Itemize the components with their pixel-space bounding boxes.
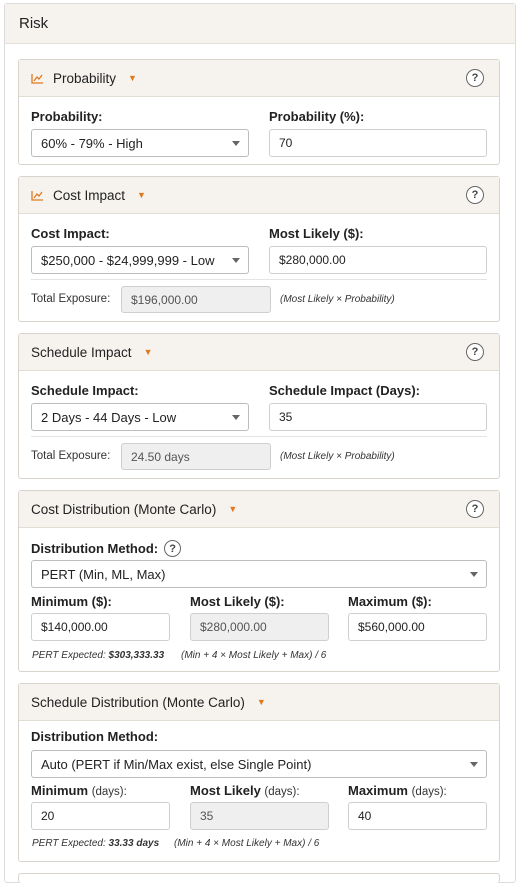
panel-title: Cost Distribution (Monte Carlo) <box>31 501 217 517</box>
most-likely-field: 35 <box>190 802 329 830</box>
line-chart-icon <box>31 190 43 201</box>
maximum-label: Maximum ($): <box>348 594 432 609</box>
days-unit: (days): <box>411 786 447 798</box>
total-exposure-label: Total Exposure: <box>31 293 111 305</box>
section-title: Risk <box>5 4 515 44</box>
pert-formula: (Min + 4 × Most Likely + Max) / 6 <box>181 650 327 661</box>
selected-value: 2 Days - 44 Days - Low <box>41 409 177 425</box>
chevron-down-icon <box>232 258 240 263</box>
probability-select[interactable]: 60% - 79% - High <box>31 129 249 157</box>
minimum-label: Minimum ($): <box>31 594 112 609</box>
distribution-method-label: Distribution Method: <box>31 729 159 744</box>
schedule-impact-days-label: Schedule Impact (Days): <box>269 383 420 398</box>
schedule-distribution-panel: Schedule Distribution (Monte Carlo) ▼ Di… <box>18 683 500 862</box>
help-circle-icon[interactable]: ? <box>466 186 484 204</box>
line-chart-icon <box>31 73 43 84</box>
panel-title: Cost Impact <box>53 187 126 203</box>
most-likely-input[interactable]: $280,000.00 <box>269 246 487 274</box>
panel-title: Schedule Distribution (Monte Carlo) <box>31 694 245 710</box>
total-exposure-field: 24.50 days <box>121 443 271 470</box>
selected-value: 60% - 79% - High <box>41 135 143 151</box>
selected-value: PERT (Min, ML, Max) <box>41 566 166 582</box>
help-circle-icon[interactable]: ? <box>466 343 484 361</box>
pert-expected-prefix: PERT Expected: <box>32 838 109 849</box>
selected-value: $250,000 - $24,999,999 - Low <box>41 252 215 268</box>
total-exposure-field: $196,000.00 <box>121 286 271 313</box>
maximum-input[interactable]: 40 <box>348 802 487 830</box>
total-exposure-label: Total Exposure: <box>31 450 111 462</box>
exposure-formula-note: (Most Likely × Probability) <box>280 294 395 305</box>
panel-title: Probability <box>53 70 117 86</box>
minimum-label-text: Minimum <box>31 783 89 798</box>
distribution-method-select[interactable]: PERT (Min, ML, Max) <box>31 560 487 588</box>
most-likely-label-text: Most Likely <box>190 783 261 798</box>
exposure-formula-note: (Most Likely × Probability) <box>280 451 395 462</box>
chevron-down-icon <box>232 415 240 420</box>
cost-impact-select[interactable]: $250,000 - $24,999,999 - Low <box>31 246 249 274</box>
help-circle-icon[interactable]: ? <box>466 500 484 518</box>
days-unit: (days): <box>91 786 127 798</box>
pert-expected-prefix: PERT Expected: <box>32 650 109 661</box>
caret-down-icon[interactable]: ▼ <box>137 190 146 200</box>
most-likely-label: Most Likely (days): <box>190 783 300 798</box>
divider <box>31 436 487 437</box>
most-likely-label: Most Likely ($): <box>269 226 364 241</box>
cost-distribution-panel-header[interactable]: Cost Distribution (Monte Carlo) ▼ ? <box>19 491 499 528</box>
probability-panel: Probability ▼ ? Probability: 60% - 79% -… <box>18 59 500 165</box>
divider <box>31 279 487 280</box>
help-circle-icon[interactable]: ? <box>466 69 484 87</box>
most-likely-field: $280,000.00 <box>190 613 329 641</box>
schedule-distribution-panel-header[interactable]: Schedule Distribution (Monte Carlo) ▼ <box>19 684 499 721</box>
selected-value: Auto (PERT if Min/Max exist, else Single… <box>41 756 312 772</box>
most-likely-label: Most Likely ($): <box>190 594 285 609</box>
chevron-down-icon <box>470 572 478 577</box>
caret-down-icon[interactable]: ▼ <box>257 697 266 707</box>
pert-expected: PERT Expected: $303,333.33 <box>32 650 164 661</box>
maximum-label-text: Maximum <box>348 783 408 798</box>
schedule-impact-days-input[interactable]: 35 <box>269 403 487 431</box>
caret-down-icon[interactable]: ▼ <box>228 504 237 514</box>
cost-distribution-panel: Cost Distribution (Monte Carlo) ▼ ? Dist… <box>18 490 500 672</box>
schedule-impact-panel-header[interactable]: Schedule Impact ▼ ? <box>19 334 499 371</box>
probability-percent-input[interactable]: 70 <box>269 129 487 157</box>
pert-expected-value: 33.33 days <box>108 838 160 849</box>
probability-panel-header[interactable]: Probability ▼ ? <box>19 60 499 97</box>
panel-title: Schedule Impact <box>31 344 132 360</box>
probability-label: Probability: <box>31 109 103 124</box>
minimum-label: Minimum (days): <box>31 783 127 798</box>
probability-percent-label: Probability (%): <box>269 109 365 124</box>
minimum-input[interactable]: $140,000.00 <box>31 613 170 641</box>
help-circle-icon[interactable]: ? <box>164 540 182 557</box>
pert-expected: PERT Expected: 33.33 days <box>32 838 159 849</box>
distribution-method-label: Distribution Method: ? <box>31 540 182 557</box>
schedule-impact-label: Schedule Impact: <box>31 383 139 398</box>
cost-impact-panel-header[interactable]: Cost Impact ▼ ? <box>19 177 499 214</box>
distribution-method-select[interactable]: Auto (PERT if Min/Max exist, else Single… <box>31 750 487 778</box>
maximum-label: Maximum (days): <box>348 783 447 798</box>
chevron-down-icon <box>232 141 240 146</box>
schedule-impact-panel: Schedule Impact ▼ ? Schedule Impact: 2 D… <box>18 333 500 479</box>
cost-impact-panel: Cost Impact ▼ ? Cost Impact: $250,000 - … <box>18 176 500 322</box>
pert-expected-value: $303,333.33 <box>108 650 165 661</box>
maximum-input[interactable]: $560,000.00 <box>348 613 487 641</box>
next-panel-edge <box>18 873 500 883</box>
cost-impact-label: Cost Impact: <box>31 226 110 241</box>
caret-down-icon[interactable]: ▼ <box>144 347 153 357</box>
days-unit: (days): <box>264 786 300 798</box>
minimum-input[interactable]: 20 <box>31 802 170 830</box>
pert-formula: (Min + 4 × Most Likely + Max) / 6 <box>174 838 320 849</box>
distribution-method-text: Distribution Method: <box>31 541 159 556</box>
schedule-impact-select[interactable]: 2 Days - 44 Days - Low <box>31 403 249 431</box>
chevron-down-icon <box>470 762 478 767</box>
caret-down-icon[interactable]: ▼ <box>128 73 137 83</box>
